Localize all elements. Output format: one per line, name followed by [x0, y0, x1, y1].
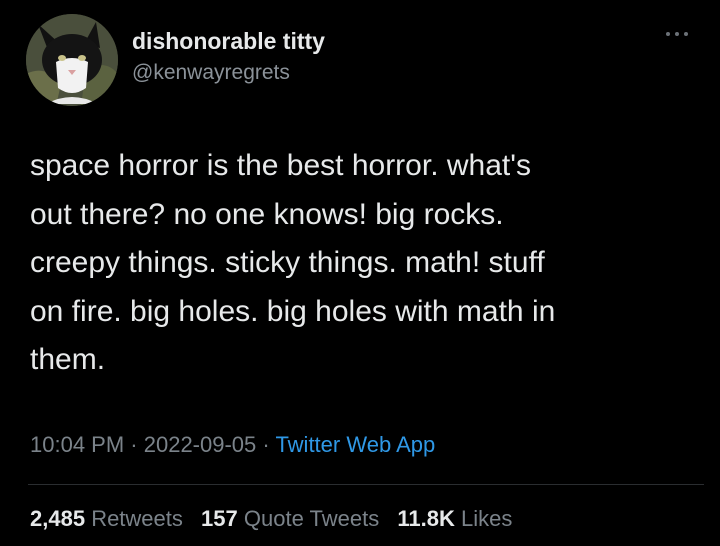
- meta-separator: ·: [256, 432, 276, 457]
- tweet-time[interactable]: 10:04 PM: [30, 432, 124, 457]
- user-handle[interactable]: @kenwayregrets: [132, 61, 290, 85]
- display-name[interactable]: dishonorable titty: [132, 28, 325, 55]
- tweet-text-line: on fire. big holes. big holes with math …: [30, 294, 556, 328]
- tweet-text-line: creepy things. sticky things. math! stuf…: [30, 246, 545, 279]
- avatar[interactable]: [26, 14, 118, 106]
- tweet-text-line: out there? no one knows! big rocks.: [30, 197, 504, 231]
- retweets-label: Retweets: [91, 506, 183, 531]
- engagement-stats: 2,485 Retweets 157 Quote Tweets 11.8K Li…: [30, 506, 524, 532]
- tweet-date[interactable]: 2022-09-05: [144, 432, 257, 457]
- tweet-card: dishonorable titty @kenwayregrets space …: [0, 0, 720, 546]
- retweets-stat[interactable]: 2,485 Retweets: [30, 506, 183, 531]
- retweets-count: 2,485: [30, 506, 86, 531]
- likes-count: 11.8K: [397, 506, 455, 531]
- more-options-icon[interactable]: [664, 28, 690, 40]
- cat-avatar-icon: [26, 14, 118, 106]
- meta-separator: ·: [124, 432, 144, 457]
- tweet-text: space horror is the best horror. what's …: [30, 142, 700, 385]
- tweet-source-link[interactable]: Twitter Web App: [275, 432, 435, 457]
- divider: [28, 484, 704, 485]
- likes-stat[interactable]: 11.8K Likes: [397, 506, 512, 531]
- tweet-text-line: space horror is the best horror. what's: [30, 149, 531, 182]
- quote-tweets-stat[interactable]: 157 Quote Tweets: [201, 506, 379, 531]
- quote-tweets-label: Quote Tweets: [243, 506, 380, 531]
- quote-tweets-count: 157: [201, 506, 238, 531]
- likes-label: Likes: [460, 506, 513, 531]
- tweet-text-line: them.: [30, 343, 106, 376]
- tweet-metadata: 10:04 PM · 2022-09-05 · Twitter Web App: [30, 432, 435, 458]
